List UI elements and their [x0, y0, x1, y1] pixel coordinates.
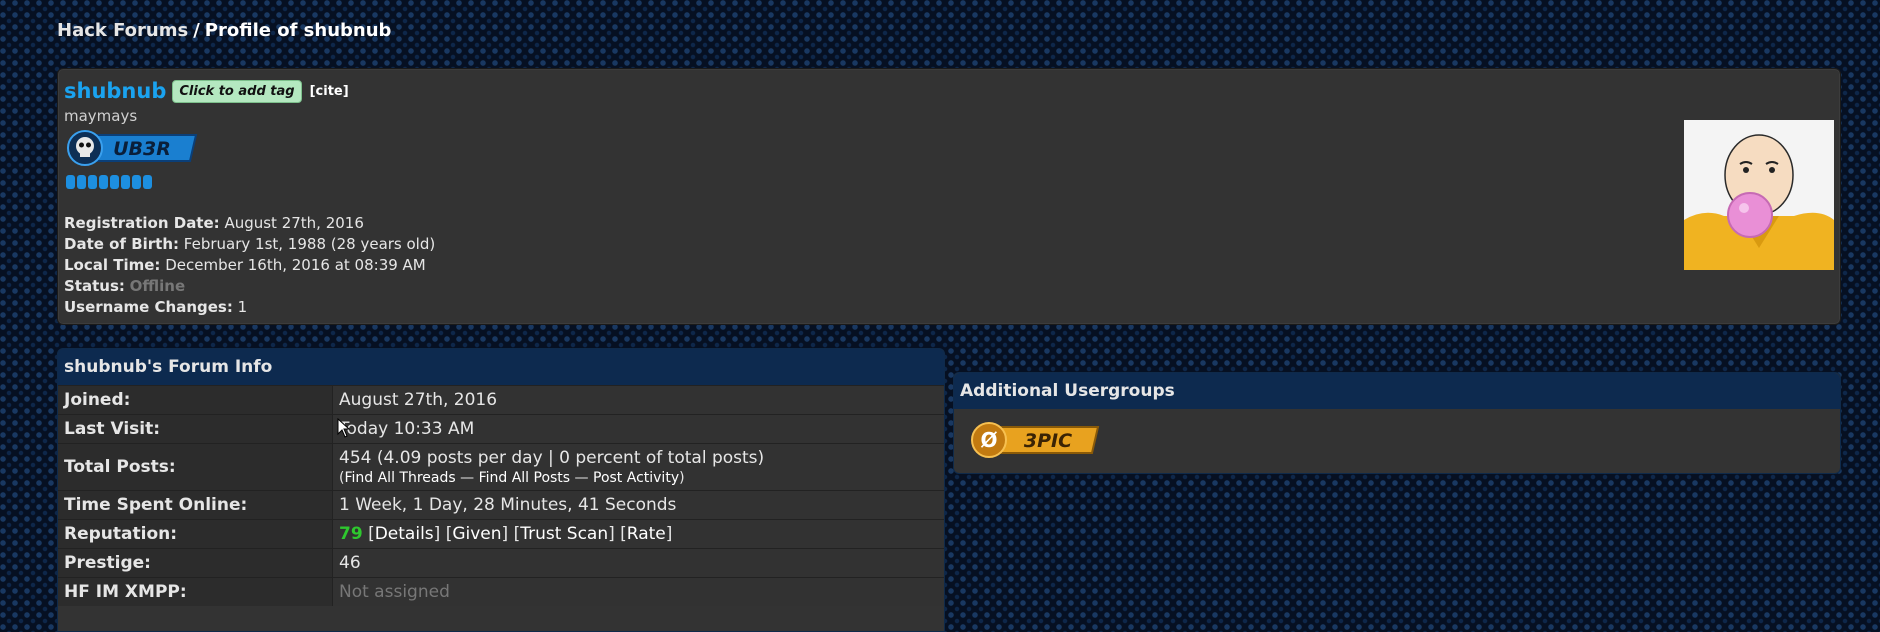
row-value: 1 Week, 1 Day, 28 Minutes, 41 Seconds: [333, 491, 944, 519]
additional-usergroups-panel: Additional Usergroups Ø 3PIC: [953, 372, 1841, 474]
trust-scan-link[interactable]: Trust Scan: [520, 524, 608, 544]
registration-date: Registration Date: August 27th, 2016: [64, 214, 364, 232]
ub3r-group-badge: UB3R: [66, 129, 200, 167]
rep-given-link[interactable]: Given: [452, 524, 501, 544]
row-value: 79 [Details] [Given] [Trust Scan] [Rate]: [333, 520, 944, 548]
table-row-prestige: Prestige: 46: [58, 548, 944, 577]
epic-group-badge: Ø 3PIC: [970, 421, 1100, 459]
table-row-total-posts: Total Posts: 454 (4.09 posts per day | 0…: [58, 443, 944, 490]
row-label: Time Spent Online:: [58, 491, 333, 519]
row-label: Last Visit:: [58, 415, 333, 443]
star-pip: [99, 175, 108, 189]
table-row-time-online: Time Spent Online: 1 Week, 1 Day, 28 Min…: [58, 490, 944, 519]
row-value: Not assigned: [333, 578, 944, 606]
star-pip: [110, 175, 119, 189]
table-row-last-visit: Last Visit: Today 10:33 AM: [58, 414, 944, 443]
row-value: Today 10:33 AM: [333, 415, 944, 443]
rate-link[interactable]: Rate: [627, 524, 666, 544]
star-pip: [121, 175, 130, 189]
table-row-joined: Joined: August 27th, 2016: [58, 385, 944, 414]
star-pip: [88, 175, 97, 189]
total-posts-value: 454 (4.09 posts per day | 0 percent of t…: [339, 448, 765, 468]
user-title: maymays: [64, 107, 138, 125]
username-changes: Username Changes: 1: [64, 298, 248, 316]
online-status: Status: Offline: [64, 277, 186, 295]
row-label: Prestige:: [58, 549, 333, 577]
post-activity-link[interactable]: Post Activity: [593, 470, 679, 486]
local-time: Local Time: December 16th, 2016 at 08:39…: [64, 256, 426, 274]
star-pip: [66, 175, 75, 189]
breadcrumb-separator: /: [193, 20, 200, 41]
profile-card: shubnub Click to add tag [cite] maymays …: [57, 68, 1841, 325]
forum-info-table: shubnub's Forum Info Joined: August 27th…: [57, 348, 945, 632]
usergroups-header: Additional Usergroups: [954, 373, 1840, 409]
mouse-cursor-icon: [337, 417, 351, 442]
breadcrumb-current: Profile of shubnub: [204, 20, 392, 41]
find-all-posts-link[interactable]: Find All Posts: [479, 470, 571, 486]
table-row-xmpp: HF IM XMPP: Not assigned: [58, 577, 944, 606]
row-label: HF IM XMPP:: [58, 578, 333, 606]
star-pip: [132, 175, 141, 189]
epic-badge-text: 3PIC: [1024, 430, 1072, 452]
row-value: August 27th, 2016: [333, 386, 944, 414]
forum-info-header: shubnub's Forum Info: [58, 349, 944, 385]
profile-details: Registration Date: August 27th, 2016 Dat…: [64, 213, 435, 318]
star-pip: [77, 175, 86, 189]
avatar: [1684, 120, 1834, 270]
star-rating: [66, 175, 152, 189]
username-row: shubnub Click to add tag [cite]: [64, 79, 349, 103]
star-pip: [143, 175, 152, 189]
row-value: 454 (4.09 posts per day | 0 percent of t…: [333, 444, 944, 490]
breadcrumb-home-link[interactable]: Hack Forums: [57, 20, 188, 41]
zero-icon: Ø: [980, 428, 997, 452]
row-label: Joined:: [58, 386, 333, 414]
breadcrumb: Hack Forums / Profile of shubnub: [57, 20, 391, 41]
cite-link[interactable]: [cite]: [310, 84, 349, 99]
table-row-reputation: Reputation: 79 [Details] [Given] [Trust …: [58, 519, 944, 548]
date-of-birth: Date of Birth: February 1st, 1988 (28 ye…: [64, 235, 436, 253]
post-links: (Find All Threads — Find All Posts — Pos…: [339, 470, 685, 486]
reputation-score: 79: [339, 524, 363, 544]
ub3r-badge-text: UB3R: [113, 138, 171, 160]
rep-details-link[interactable]: Details: [375, 524, 434, 544]
add-tag-button[interactable]: Click to add tag: [172, 79, 302, 103]
row-label: Total Posts:: [58, 444, 333, 490]
find-all-threads-link[interactable]: Find All Threads: [344, 470, 455, 486]
row-label: Reputation:: [58, 520, 333, 548]
username-link[interactable]: shubnub: [64, 79, 166, 103]
row-value: 46: [333, 549, 944, 577]
